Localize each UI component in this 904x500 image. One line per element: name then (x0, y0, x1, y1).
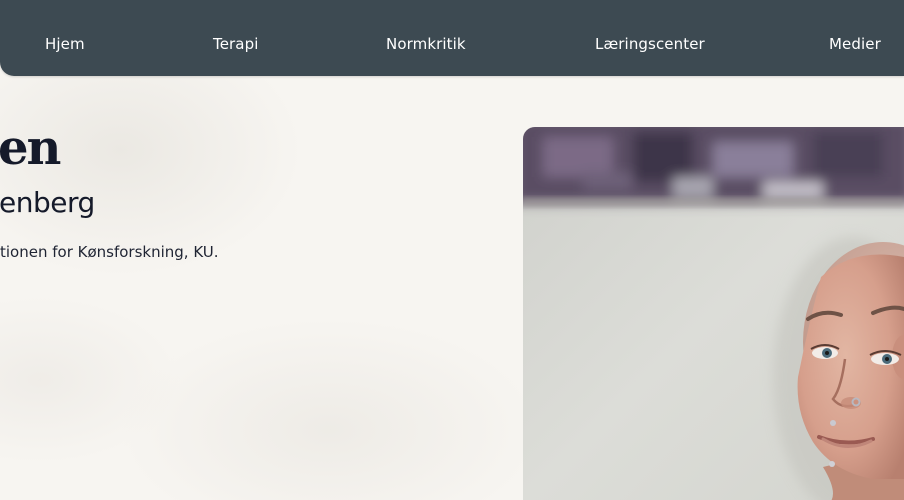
nav-item-hjem[interactable]: Hjem (45, 35, 85, 53)
nav-item-terapi[interactable]: Terapi (213, 35, 259, 53)
portrait-illustration (523, 127, 904, 500)
nav-item-normkritik[interactable]: Normkritik (386, 35, 466, 53)
portrait-photo (523, 127, 904, 500)
nav-item-laeringscenter[interactable]: Læringscenter (595, 35, 705, 53)
hero-heading: en (0, 120, 61, 176)
hero-subheading: enberg (0, 186, 95, 219)
nav-item-medier[interactable]: Medier (829, 35, 881, 53)
top-navigation-bar: Hjem Terapi Normkritik Læringscenter Med… (0, 0, 904, 76)
hero-description: tionen for Kønsforskning, KU. (0, 243, 219, 261)
page: Hjem Terapi Normkritik Læringscenter Med… (0, 0, 904, 500)
